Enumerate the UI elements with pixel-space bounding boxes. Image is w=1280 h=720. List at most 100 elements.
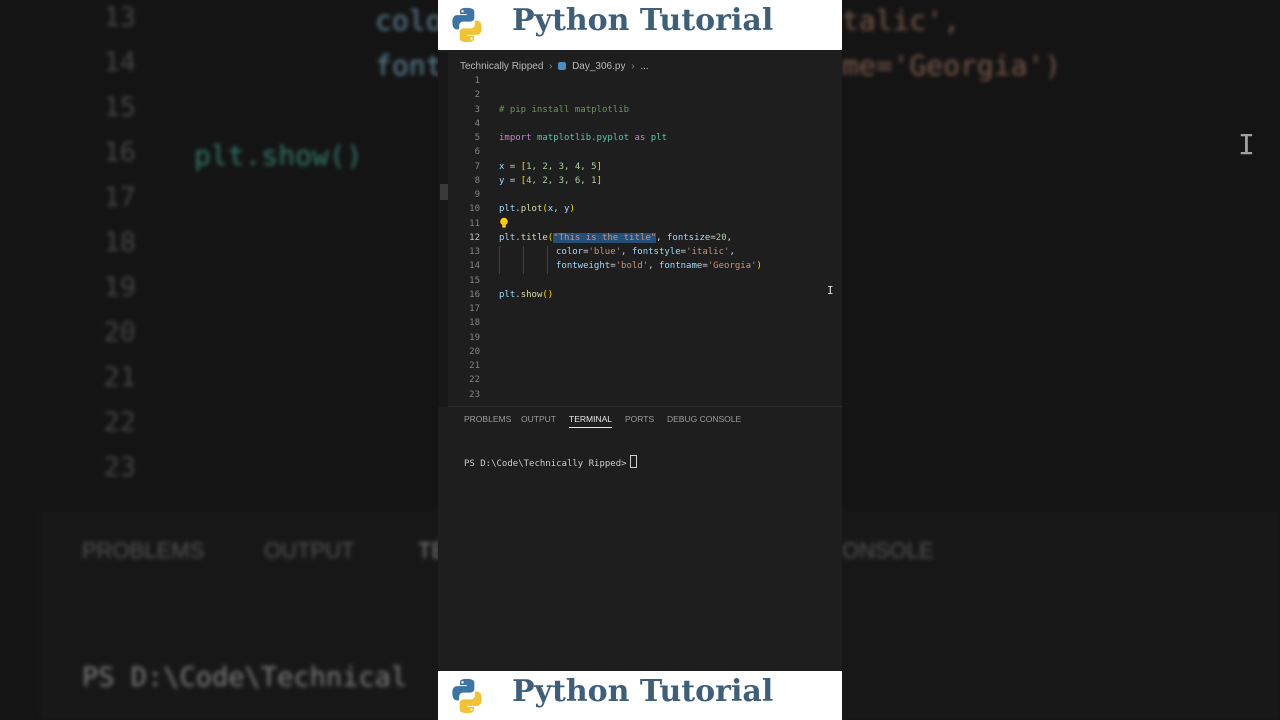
banner-title: Python Tutorial xyxy=(512,674,774,709)
code-editor[interactable]: 1 2 3 # pip install matplotlib 4 5 impor… xyxy=(448,74,842,406)
code-line[interactable]: 6 xyxy=(448,145,842,159)
object: plt xyxy=(499,204,516,214)
code-text: x = [1, 2, 3, 4, 5] xyxy=(499,160,602,174)
parameter: fontweight xyxy=(556,261,611,271)
line-number: 8 xyxy=(474,176,480,186)
panel-divider[interactable] xyxy=(448,406,842,407)
line-number: 1 xyxy=(474,76,480,86)
code-line[interactable]: 22 xyxy=(448,373,842,387)
line-number: 6 xyxy=(474,147,480,157)
line-number: 12 xyxy=(469,233,480,243)
code-text: plt.title("This is the title", fontsize=… xyxy=(499,231,732,245)
bg-tab: ONSOLE xyxy=(842,538,934,563)
bracket: ] xyxy=(596,176,602,186)
line-number: 13 xyxy=(469,247,480,257)
code-line[interactable]: 2 xyxy=(448,88,842,102)
line-number: 9 xyxy=(474,190,480,200)
bg-line-number: 21 xyxy=(103,362,136,393)
alias: plt xyxy=(650,133,668,143)
tab-ports[interactable]: PORTS xyxy=(625,414,654,424)
code-line[interactable]: 10 plt.plot(x, y) xyxy=(448,202,842,216)
code-line[interactable]: 14 fontweight='bold', fontname='Georgia'… xyxy=(448,259,842,273)
operator: = xyxy=(504,176,521,186)
code-text: y = [4, 2, 3, 6, 1] xyxy=(499,174,602,188)
code-line[interactable]: 3 # pip install matplotlib xyxy=(448,103,842,117)
line-number: 15 xyxy=(469,276,480,286)
python-logo-icon xyxy=(452,7,482,43)
operator: , xyxy=(726,233,733,243)
breadcrumb-file[interactable]: Day_306.py xyxy=(572,61,625,72)
code-line[interactable]: 20 xyxy=(448,345,842,359)
code-line[interactable]: 18 xyxy=(448,316,842,330)
string: 'Georgia' xyxy=(707,261,757,271)
operator: = xyxy=(504,162,521,172)
lightbulb-icon[interactable] xyxy=(499,217,509,229)
keyword: import xyxy=(499,133,532,143)
breadcrumb-ellipsis[interactable]: ... xyxy=(640,61,648,72)
object: plt xyxy=(499,290,516,300)
line-number: 19 xyxy=(469,333,480,343)
comment: # pip install matplotlib xyxy=(499,105,630,115)
terminal-prompt[interactable]: PS D:\Code\Technically Ripped> xyxy=(464,455,637,469)
text-cursor-icon: I xyxy=(827,284,834,297)
bracket: ) xyxy=(756,261,762,271)
code-line[interactable]: 8 y = [4, 2, 3, 6, 1] xyxy=(448,174,842,188)
code-line[interactable]: 12 plt.title("This is the title", fontsi… xyxy=(448,231,842,245)
line-number: 2 xyxy=(474,90,480,100)
string: 'blue' xyxy=(588,247,622,257)
bracket: ] xyxy=(596,162,602,172)
bg-code-fragment: colo xyxy=(375,4,443,37)
code-line[interactable]: 17 xyxy=(448,302,842,316)
line-number: 4 xyxy=(474,119,480,129)
code-line[interactable]: 15 xyxy=(448,274,842,288)
parameter: fontname xyxy=(658,261,703,271)
terminal-prompt-text: PS D:\Code\Technically Ripped> xyxy=(464,459,627,469)
line-number: 22 xyxy=(469,375,480,385)
top-banner: Python Tutorial xyxy=(438,0,842,50)
bg-line-number: 13 xyxy=(103,2,136,33)
code-line[interactable]: 23 xyxy=(448,388,842,402)
code-line[interactable]: 5 import matplotlib.pyplot as plt xyxy=(448,131,842,145)
selected-string[interactable]: "This is the title" xyxy=(553,233,657,243)
line-number: 14 xyxy=(469,261,480,271)
bg-code-fragment: talic', xyxy=(842,4,961,37)
code-text: fontweight='bold', fontname='Georgia') xyxy=(556,259,762,273)
banner-title: Python Tutorial xyxy=(512,3,774,38)
bg-code-fragment: me='Georgia') xyxy=(842,49,1062,82)
operator: , xyxy=(648,261,659,271)
line-number: 17 xyxy=(469,304,480,314)
terminal-cursor xyxy=(629,455,637,468)
breadcrumb-folder[interactable]: Technically Ripped xyxy=(460,61,543,72)
code-line[interactable]: 1 xyxy=(448,74,842,88)
line-number: 16 xyxy=(469,290,480,300)
tab-problems[interactable]: PROBLEMS xyxy=(464,414,511,424)
parameter: fontsize xyxy=(667,233,711,243)
function: plot xyxy=(520,204,543,214)
chevron-right-icon: › xyxy=(631,61,635,72)
string: 'italic' xyxy=(686,247,730,257)
code-line[interactable]: 21 xyxy=(448,359,842,373)
code-line[interactable]: 4 xyxy=(448,117,842,131)
code-line[interactable]: 9 xyxy=(448,188,842,202)
tab-output[interactable]: OUTPUT xyxy=(521,414,556,424)
bg-line-number: 19 xyxy=(103,272,136,303)
code-line[interactable]: 19 xyxy=(448,331,842,345)
list-values: 4, 2, 3, 6, 1 xyxy=(526,176,597,186)
bg-line-number: 16 xyxy=(103,137,136,168)
bg-tab: PROBLEMS xyxy=(82,538,205,563)
activity-bar xyxy=(438,52,448,407)
code-text: color='blue', fontstyle='italic', xyxy=(556,245,735,259)
tab-terminal[interactable]: TERMINAL xyxy=(569,414,612,428)
chevron-right-icon: › xyxy=(549,61,553,72)
code-line[interactable]: 7 x = [1, 2, 3, 4, 5] xyxy=(448,160,842,174)
bg-text-cursor-icon: I xyxy=(1238,128,1255,161)
line-number: 21 xyxy=(469,361,480,371)
code-line[interactable]: 16 plt.show() xyxy=(448,288,842,302)
code-line[interactable]: 13 color='blue', fontstyle='italic', xyxy=(448,245,842,259)
tab-debug-console[interactable]: DEBUG CONSOLE xyxy=(667,414,741,424)
string: 'bold' xyxy=(615,261,649,271)
bg-tab: OUTPUT xyxy=(264,538,355,563)
bracket: ) xyxy=(569,204,575,214)
line-number: 10 xyxy=(469,204,480,214)
operator: , xyxy=(621,247,632,257)
